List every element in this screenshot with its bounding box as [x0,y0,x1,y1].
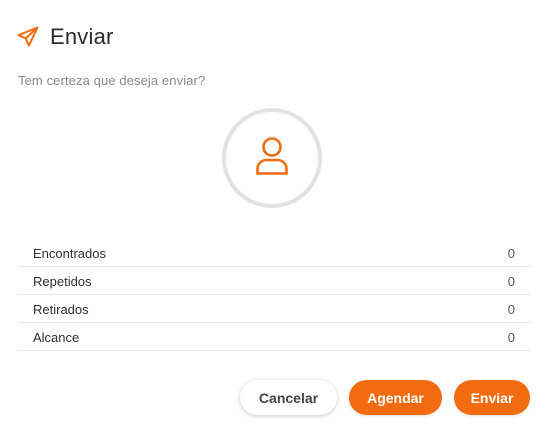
stat-value: 0 [507,329,515,345]
stat-label: Retirados [33,301,89,317]
avatar [222,108,322,208]
stat-label: Repetidos [33,273,92,289]
dialog-header: Enviar [16,22,114,52]
confirmation-message: Tem certeza que deseja enviar? [18,73,206,88]
stat-label: Encontrados [33,245,106,261]
stat-row-alcance: Alcance 0 [18,324,531,351]
stat-label: Alcance [33,329,80,345]
dialog-title: Enviar [50,24,114,49]
stat-value: 0 [507,273,515,289]
send-button[interactable]: Enviar [454,380,530,415]
send-dialog: Enviar Tem certeza que deseja enviar? En… [0,0,550,433]
schedule-button[interactable]: Agendar [349,380,442,415]
stat-value: 0 [507,301,515,317]
cancel-button[interactable]: Cancelar [240,380,337,415]
stat-value: 0 [507,245,515,261]
send-paper-plane-icon [16,25,40,49]
stat-row-retirados: Retirados 0 [18,296,531,323]
stat-row-encontrados: Encontrados 0 [18,240,531,267]
stat-row-repetidos: Repetidos 0 [18,268,531,295]
user-icon [252,134,292,183]
stats-list: Encontrados 0 Repetidos 0 Retirados 0 Al… [18,240,531,352]
dialog-actions: Cancelar Agendar Enviar [240,380,530,415]
